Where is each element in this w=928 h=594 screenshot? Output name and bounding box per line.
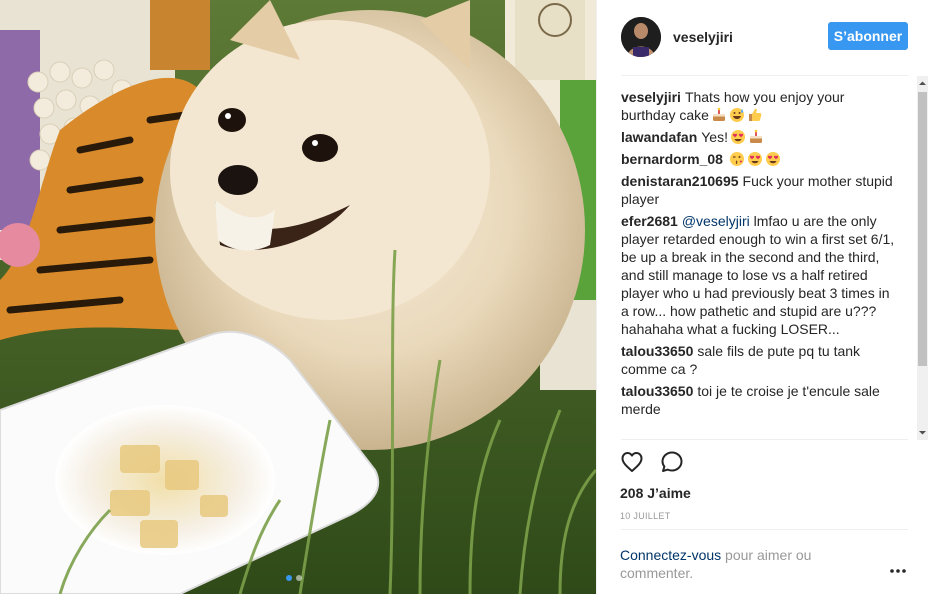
avatar[interactable] bbox=[621, 17, 661, 57]
more-options-icon[interactable] bbox=[889, 566, 907, 576]
comment-mention[interactable]: @veselyjiri bbox=[682, 213, 750, 229]
comment-author[interactable]: bernardorm_08 bbox=[621, 151, 723, 167]
comments-scrollbar[interactable] bbox=[917, 76, 928, 440]
comment: talou33650 toi je te croise je t'encule s… bbox=[621, 382, 901, 418]
cake-emoji bbox=[749, 129, 762, 143]
meta-divider bbox=[621, 529, 908, 530]
comment: veselyjiri Thats how you enjoy your burth… bbox=[621, 88, 901, 124]
carousel-indicator[interactable] bbox=[286, 575, 302, 581]
comment-author[interactable]: talou33650 bbox=[621, 343, 693, 359]
comments-list: veselyjiri Thats how you enjoy your burth… bbox=[621, 88, 901, 440]
comment-author[interactable]: efer2681 bbox=[621, 213, 678, 229]
comment: denistaran210695 Fuck your mother stupid … bbox=[621, 172, 901, 208]
kissing-heart-emoji bbox=[729, 152, 744, 166]
heart-eyes-emoji bbox=[730, 130, 745, 144]
comment-icon[interactable] bbox=[660, 450, 684, 474]
comment-author[interactable]: talou33650 bbox=[621, 383, 693, 399]
comment: talou33650 sale fils de pute pq tu tank c… bbox=[621, 342, 901, 378]
likes-count[interactable]: 208 J’aime bbox=[620, 485, 691, 501]
login-link[interactable]: Connectez-vous bbox=[620, 547, 721, 563]
comment-author[interactable]: veselyjiri bbox=[621, 89, 681, 105]
post-author-username[interactable]: veselyjiri bbox=[673, 29, 733, 45]
heart-eyes-emoji bbox=[747, 152, 762, 166]
follow-button[interactable]: S’abonner bbox=[828, 22, 908, 50]
comment: bernardorm_08 bbox=[621, 150, 901, 168]
post-actions bbox=[620, 450, 684, 476]
comment-author[interactable]: lawandafan bbox=[621, 129, 697, 145]
grinning-sweat-emoji bbox=[729, 108, 744, 122]
scroll-down-arrow-icon[interactable] bbox=[919, 429, 926, 436]
comment-text: lmfao u are the only player retarded eno… bbox=[621, 213, 895, 337]
post-date: 10 JUILLET bbox=[620, 511, 671, 521]
thumbs-up-emoji bbox=[748, 108, 762, 121]
login-prompt: Connectez-vous pour aimer ou commenter. bbox=[620, 546, 850, 582]
scrollbar-thumb[interactable] bbox=[918, 92, 927, 366]
dog-photo-image bbox=[0, 0, 596, 594]
header-divider bbox=[621, 75, 908, 76]
post-photo[interactable] bbox=[0, 0, 596, 594]
comment-author[interactable]: denistaran210695 bbox=[621, 173, 739, 189]
comment: efer2681 @veselyjiri lmfao u are the only… bbox=[621, 212, 901, 338]
comment-text: Yes! bbox=[701, 129, 728, 145]
post-sidebar: veselyjiri S’abonner veselyjiri Thats how… bbox=[596, 0, 928, 594]
heart-icon[interactable] bbox=[620, 450, 644, 474]
avatar-image bbox=[621, 17, 661, 57]
scroll-up-arrow-icon[interactable] bbox=[919, 80, 926, 87]
comments-divider bbox=[621, 439, 908, 440]
carousel-dot-1[interactable] bbox=[286, 575, 292, 581]
cake-emoji bbox=[712, 107, 725, 121]
carousel-dot-2[interactable] bbox=[296, 575, 302, 581]
post-header: veselyjiri S’abonner bbox=[597, 0, 928, 76]
heart-eyes-emoji bbox=[765, 152, 780, 166]
comment: lawandafan Yes! bbox=[621, 128, 901, 146]
